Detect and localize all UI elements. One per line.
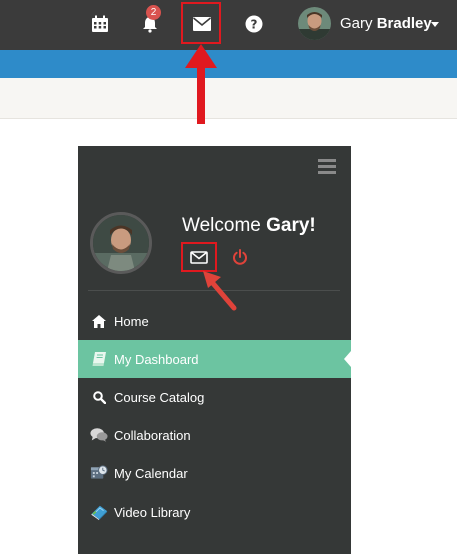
chat-icon	[90, 426, 108, 444]
sidebar-item-video-library[interactable]: Video Library	[78, 493, 351, 531]
sidebar-item-label: My Dashboard	[114, 351, 199, 367]
hamburger-menu-icon[interactable]	[318, 159, 336, 175]
divider	[0, 118, 457, 119]
sidebar-item-label: Home	[114, 313, 149, 329]
help-icon[interactable]: ?	[243, 13, 265, 35]
calendar-clock-icon	[90, 464, 108, 482]
video-book-icon	[90, 503, 108, 521]
profile-avatar[interactable]	[90, 212, 152, 274]
power-icon[interactable]	[232, 249, 248, 265]
calendar-icon[interactable]	[89, 13, 111, 35]
top-nav-bar: 2 ? Gary Bradley	[0, 0, 457, 50]
sidebar-item-label: My Calendar	[114, 465, 188, 481]
blue-accent-strip	[0, 50, 457, 78]
sidebar-item-label: Collaboration	[114, 427, 191, 443]
user-last-name: Bradley	[376, 15, 432, 32]
home-icon	[90, 312, 108, 330]
arrow-diagonal-annotation	[203, 271, 237, 311]
envelope-outline-icon	[190, 250, 208, 264]
welcome-message: Welcome Gary!	[182, 215, 316, 237]
sidebar-item-label: Video Library	[114, 504, 191, 520]
sidebar-item-label: Course Catalog	[114, 389, 205, 405]
active-indicator	[344, 351, 351, 367]
notification-badge: 2	[146, 5, 161, 20]
avatar[interactable]	[298, 7, 331, 40]
welcome-name: Gary!	[266, 215, 316, 236]
search-icon	[90, 388, 108, 406]
messages-highlight-box	[181, 2, 221, 44]
user-first-name: Gary	[340, 15, 373, 32]
user-menu-name[interactable]: Gary Bradley	[340, 15, 432, 32]
sidebar-item-my-dashboard[interactable]: My Dashboard	[78, 340, 351, 378]
arrow-up-annotation	[185, 44, 217, 124]
sidebar-item-my-calendar[interactable]: My Calendar	[78, 454, 351, 492]
header-strip	[0, 78, 457, 119]
svg-text:?: ?	[251, 18, 258, 32]
sidebar-panel: Welcome Gary! Home My Dashboard Course C…	[78, 146, 351, 554]
sidebar-item-course-catalog[interactable]: Course Catalog	[78, 378, 351, 416]
welcome-prefix: Welcome	[182, 215, 261, 236]
chevron-down-icon[interactable]	[431, 22, 439, 27]
sidebar-item-collaboration[interactable]: Collaboration	[78, 416, 351, 454]
book-icon	[90, 350, 108, 368]
